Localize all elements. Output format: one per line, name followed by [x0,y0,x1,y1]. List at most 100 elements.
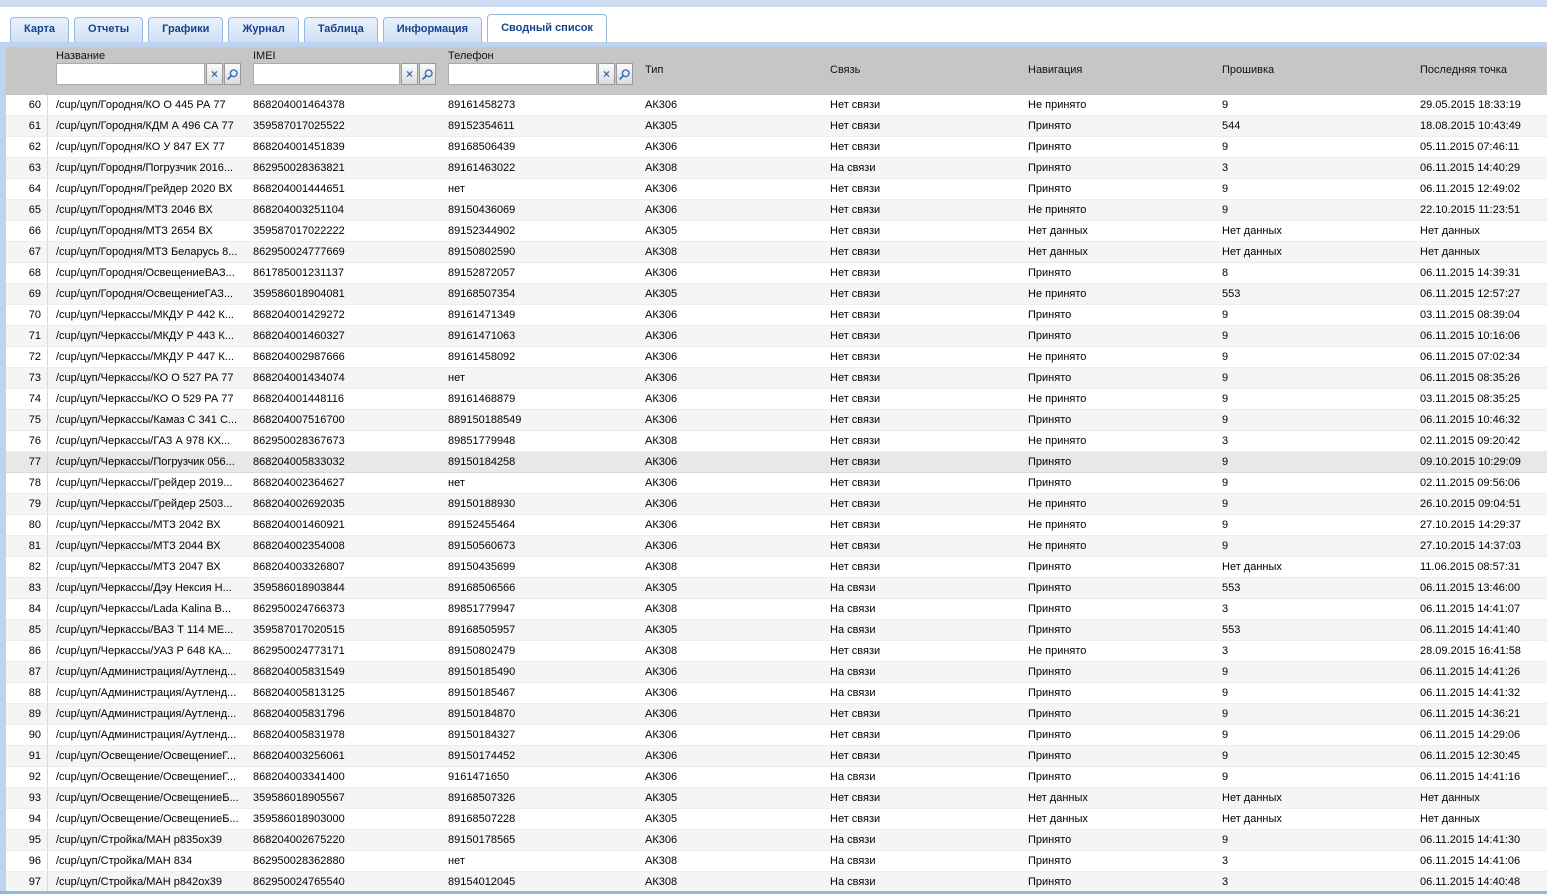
cell-last-point: Нет данных [1412,242,1547,262]
phone-filter-input[interactable] [448,63,597,85]
tab-summary-list[interactable]: Сводный список [487,14,607,42]
row-number: 77 [6,452,48,472]
cell-name: /cup/цуп/Черкассы/Погрузчик 056... [48,452,245,472]
cell-navigation: Принято [1020,851,1214,871]
cell-link-status: Нет связи [822,137,1020,157]
table-row[interactable]: 76 /cup/цуп/Черкассы/ГАЗ А 978 КХ... 862… [6,431,1547,452]
cell-navigation: Принято [1020,620,1214,640]
name-filter-search-button[interactable] [224,63,241,85]
cell-navigation: Не принято [1020,536,1214,556]
cell-link-status: Нет связи [822,641,1020,661]
row-number: 67 [6,242,48,262]
table-row[interactable]: 69 /cup/цуп/Городня/ОсвещениеГАЗ... 3595… [6,284,1547,305]
table-row[interactable]: 85 /cup/цуп/Черкассы/ВАЗ Т 114 МЕ... 359… [6,620,1547,641]
cell-imei: 862950024765540 [245,872,440,892]
table-row[interactable]: 82 /cup/цуп/Черкассы/МТЗ 2047 ВХ 8682040… [6,557,1547,578]
cell-last-point: 02.11.2015 09:56:06 [1412,473,1547,493]
cell-firmware: 8 [1214,263,1412,283]
row-number-column-header [6,47,48,95]
phone-filter-clear-button[interactable]: × [598,63,615,85]
table-row[interactable]: 63 /cup/цуп/Городня/Погрузчик 2016... 86… [6,158,1547,179]
table-row[interactable]: 65 /cup/цуп/Городня/МТЗ 2046 ВХ 86820400… [6,200,1547,221]
cell-link-status: На связи [822,683,1020,703]
table-row[interactable]: 84 /cup/цуп/Черкассы/Lada Kalina В... 86… [6,599,1547,620]
cell-type: АК305 [637,620,822,640]
table-row[interactable]: 75 /cup/цуп/Черкассы/Камаз С 341 С... 86… [6,410,1547,431]
phone-filter-search-button[interactable] [616,63,633,85]
cell-firmware: 553 [1214,578,1412,598]
table-row[interactable]: 64 /cup/цуп/Городня/Грейдер 2020 ВХ 8682… [6,179,1547,200]
table-row[interactable]: 96 /cup/цуп/Стройка/МАН 834 862950028362… [6,851,1547,872]
cell-phone: 89161471349 [440,305,637,325]
table-row[interactable]: 77 /cup/цуп/Черкассы/Погрузчик 056... 86… [6,452,1547,473]
cell-imei: 868204001460327 [245,326,440,346]
cell-phone: 89851779947 [440,599,637,619]
table-row[interactable]: 70 /cup/цуп/Черкассы/МКДУ Р 442 К... 868… [6,305,1547,326]
cell-imei: 862950024766373 [245,599,440,619]
table-row[interactable]: 81 /cup/цуп/Черкассы/МТЗ 2044 ВХ 8682040… [6,536,1547,557]
table-row[interactable]: 80 /cup/цуп/Черкассы/МТЗ 2042 ВХ 8682040… [6,515,1547,536]
table-row[interactable]: 78 /cup/цуп/Черкассы/Грейдер 2019... 868… [6,473,1547,494]
cell-firmware: Нет данных [1214,242,1412,262]
table-row[interactable]: 72 /cup/цуп/Черкассы/МКДУ Р 447 К... 868… [6,347,1547,368]
cell-imei: 862950024773171 [245,641,440,661]
cell-imei: 868204002364627 [245,473,440,493]
cell-name: /cup/цуп/Городня/МТЗ 2654 ВХ [48,221,245,241]
cell-phone: 89150185467 [440,683,637,703]
cell-link-status: Нет связи [822,746,1020,766]
table-row[interactable]: 79 /cup/цуп/Черкассы/Грейдер 2503... 868… [6,494,1547,515]
table-row[interactable]: 93 /cup/цуп/Освещение/ОсвещениеБ... 3595… [6,788,1547,809]
tab-map[interactable]: Карта [10,17,69,42]
table-row[interactable]: 60 /cup/цуп/Городня/КО О 445 РА 77 86820… [6,95,1547,116]
cell-type: АК306 [637,263,822,283]
table-row[interactable]: 88 /cup/цуп/Администрация/Аутленд... 868… [6,683,1547,704]
cell-imei: 868204001434074 [245,368,440,388]
table-row[interactable]: 73 /cup/цуп/Черкассы/КО О 527 РА 77 8682… [6,368,1547,389]
cell-navigation: Не принято [1020,95,1214,115]
column-label-imei: IMEI [245,47,440,62]
cell-last-point: 06.11.2015 10:46:32 [1412,410,1547,430]
table-row[interactable]: 91 /cup/цуп/Освещение/ОсвещениеГ... 8682… [6,746,1547,767]
table-row[interactable]: 89 /cup/цуп/Администрация/Аутленд... 868… [6,704,1547,725]
cell-name: /cup/цуп/Освещение/ОсвещениеБ... [48,788,245,808]
table-row[interactable]: 67 /cup/цуп/Городня/МТЗ Беларусь 8... 86… [6,242,1547,263]
tab-table[interactable]: Таблица [304,17,378,42]
table-row[interactable]: 62 /cup/цуп/Городня/КО У 847 ЕХ 77 86820… [6,137,1547,158]
table-row[interactable]: 92 /cup/цуп/Освещение/ОсвещениеГ... 8682… [6,767,1547,788]
name-filter-input[interactable] [56,63,205,85]
tab-information[interactable]: Информация [383,17,482,42]
cell-name: /cup/цуп/Черкассы/Грейдер 2019... [48,473,245,493]
table-row[interactable]: 66 /cup/цуп/Городня/МТЗ 2654 ВХ 35958701… [6,221,1547,242]
cell-firmware: 3 [1214,851,1412,871]
cell-imei: 868204003341400 [245,767,440,787]
table-row[interactable]: 90 /cup/цуп/Администрация/Аутленд... 868… [6,725,1547,746]
cell-type: АК308 [637,599,822,619]
cell-firmware: 9 [1214,452,1412,472]
table-row[interactable]: 95 /cup/цуп/Стройка/МАН р835ох39 8682040… [6,830,1547,851]
imei-filter-search-button[interactable] [419,63,436,85]
cell-firmware: 9 [1214,389,1412,409]
table-row[interactable]: 83 /cup/цуп/Черкассы/Дэу Нексия Н... 359… [6,578,1547,599]
table-row[interactable]: 68 /cup/цуп/Городня/ОсвещениеВАЗ... 8617… [6,263,1547,284]
table-row[interactable]: 97 /cup/цуп/Стройка/МАН р842ох39 8629500… [6,872,1547,893]
imei-filter-input[interactable] [253,63,400,85]
cell-last-point: 03.11.2015 08:39:04 [1412,305,1547,325]
cell-type: АК306 [637,347,822,367]
table-row[interactable]: 74 /cup/цуп/Черкассы/КО О 529 РА 77 8682… [6,389,1547,410]
tab-journal[interactable]: Журнал [228,17,298,42]
cell-imei: 868204005831549 [245,662,440,682]
name-filter-clear-button[interactable]: × [206,63,223,85]
table-row[interactable]: 87 /cup/цуп/Администрация/Аутленд... 868… [6,662,1547,683]
table-row[interactable]: 86 /cup/цуп/Черкассы/УАЗ Р 648 КА... 862… [6,641,1547,662]
cell-type: АК306 [637,494,822,514]
imei-filter-clear-button[interactable]: × [401,63,418,85]
cell-firmware: 9 [1214,473,1412,493]
tab-reports[interactable]: Отчеты [74,17,143,42]
cell-phone: 89161463022 [440,158,637,178]
table-row[interactable]: 61 /cup/цуп/Городня/КДМ А 496 СА 77 3595… [6,116,1547,137]
cell-phone: 89161458092 [440,347,637,367]
table-row[interactable]: 94 /cup/цуп/Освещение/ОсвещениеБ... 3595… [6,809,1547,830]
table-row[interactable]: 71 /cup/цуп/Черкассы/МКДУ Р 443 К... 868… [6,326,1547,347]
cell-imei: 868204003251104 [245,200,440,220]
tab-charts[interactable]: Графики [148,17,223,42]
